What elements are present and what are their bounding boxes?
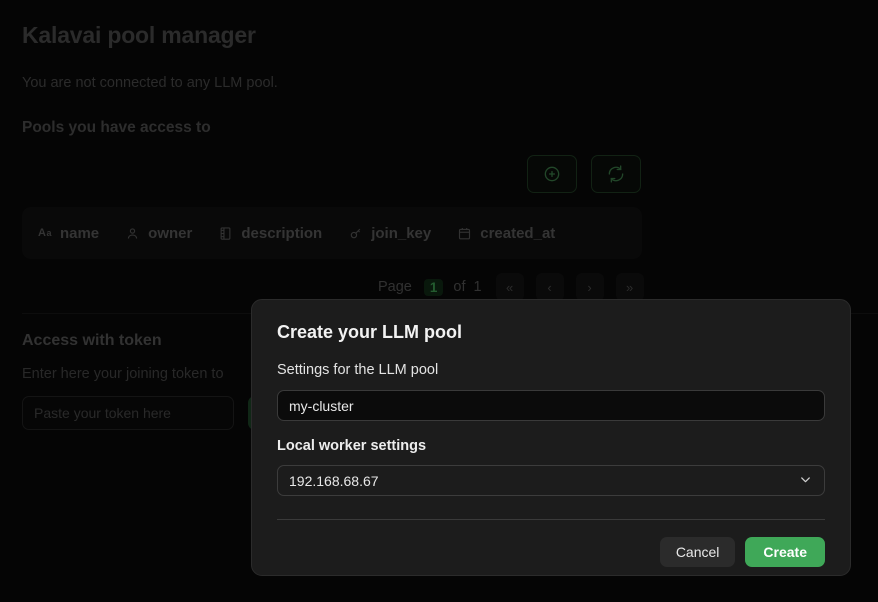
modal-divider xyxy=(277,519,825,520)
app-window: Kalavai pool manager You are not connect… xyxy=(0,0,878,602)
pool-name-input[interactable] xyxy=(277,390,825,421)
modal-title: Create your LLM pool xyxy=(277,322,463,342)
worker-address-value: 192.168.68.67 xyxy=(289,472,379,489)
chevron-down-icon xyxy=(798,472,813,490)
cancel-button[interactable]: Cancel xyxy=(659,537,736,567)
worker-address-select[interactable]: 192.168.68.67 xyxy=(277,465,825,496)
create-pool-modal: Create your LLM pool Settings for the LL… xyxy=(251,299,851,576)
create-button[interactable]: Create xyxy=(745,537,825,567)
modal-actions: Cancel Create xyxy=(277,537,825,567)
modal-subtitle: Settings for the LLM pool xyxy=(277,362,439,378)
worker-settings-label: Local worker settings xyxy=(277,438,427,454)
